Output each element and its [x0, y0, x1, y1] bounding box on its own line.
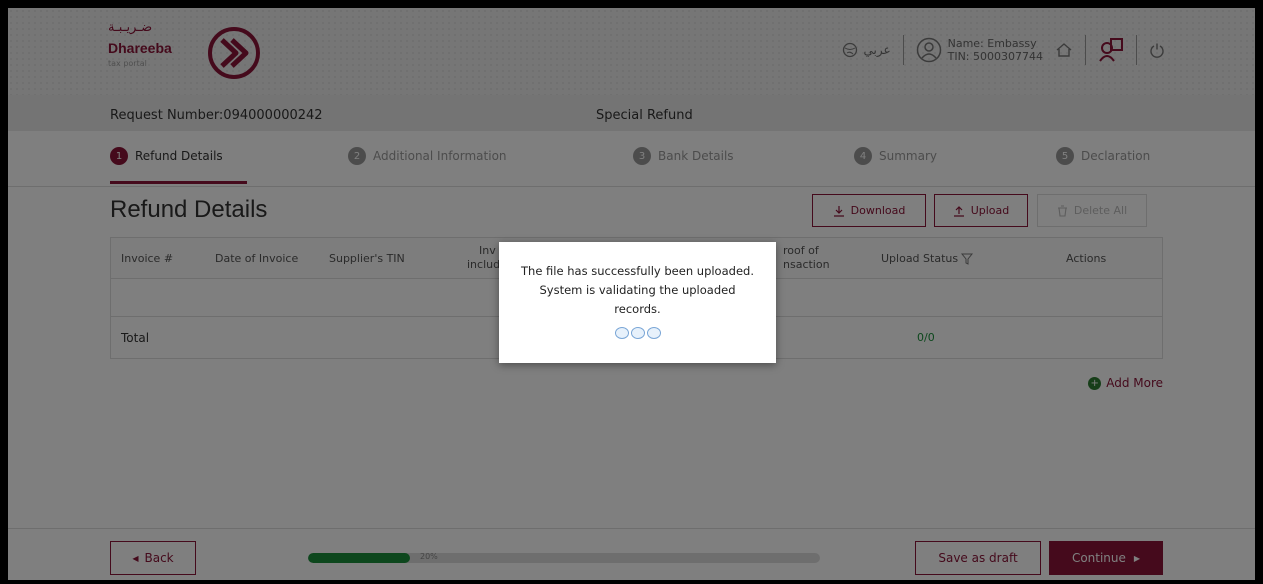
loading-spinner-icon	[499, 327, 776, 339]
upload-success-dialog: The file has successfully been uploaded.…	[499, 242, 776, 363]
dialog-message: The file has successfully been uploaded.…	[521, 264, 754, 316]
app-window: ضـريـبـة Dhareeba tax portal عربي	[8, 8, 1255, 580]
